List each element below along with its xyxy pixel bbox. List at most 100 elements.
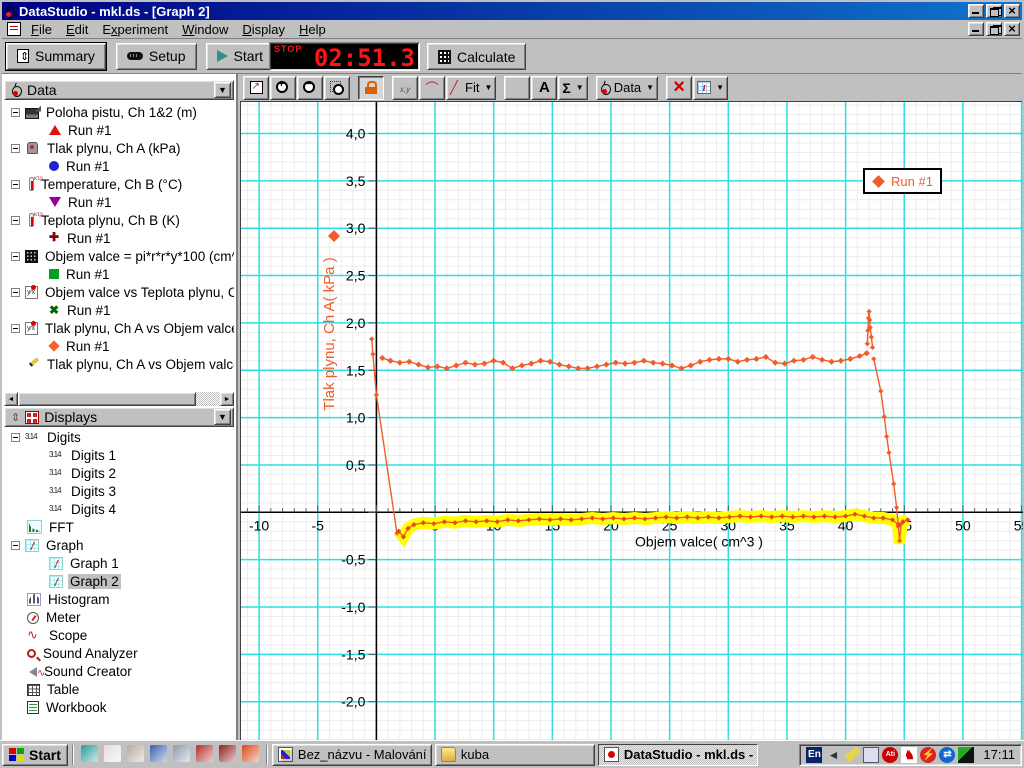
display-digits-4[interactable]: Digits 4 — [4, 500, 234, 518]
minimize-button-icon[interactable] — [968, 4, 984, 18]
display-sound-analyzer[interactable]: Sound Analyzer — [4, 644, 234, 662]
display-graph-1[interactable]: Graph 1 — [4, 554, 234, 572]
scheduler-icon[interactable] — [844, 747, 860, 763]
quicklaunch-app3-icon[interactable] — [127, 745, 144, 762]
graph-canvas[interactable]: -10-55101520253035404550554,03,53,02,52,… — [241, 102, 1023, 740]
display-fft[interactable]: FFT — [4, 518, 234, 536]
display-digits-2[interactable]: Digits 2 — [4, 464, 234, 482]
display-digits-3[interactable]: Digits 3 — [4, 482, 234, 500]
display-meter[interactable]: Meter — [4, 608, 234, 626]
task-button-0[interactable]: Bez_názvu - Malování — [272, 744, 432, 766]
scroll-right-icon[interactable]: ► — [220, 392, 234, 406]
display-digits-1[interactable]: Digits 1 — [4, 446, 234, 464]
display-digits[interactable]: Digits — [4, 428, 234, 446]
display-sound-creator[interactable]: Sound Creator — [4, 662, 234, 680]
panel-splitter-icon[interactable]: ⇕ — [11, 411, 20, 424]
menu-help[interactable]: Help — [292, 20, 333, 39]
data-source-6-run[interactable]: Run #1 — [4, 337, 234, 355]
data-tree-hscrollbar[interactable]: ◄ ► — [4, 392, 234, 406]
disk-clock-icon[interactable] — [863, 747, 879, 763]
data-source-3[interactable]: Teplota plynu, Ch B (K) — [4, 211, 234, 229]
expand-collapse-icon[interactable] — [11, 252, 20, 261]
data-source-1[interactable]: Tlak plynu, Ch A (kPa) — [4, 139, 234, 157]
start-button[interactable]: Start — [206, 43, 275, 70]
expand-collapse-icon[interactable] — [11, 541, 20, 550]
expand-collapse-icon[interactable] — [11, 433, 20, 442]
zoom-out-button[interactable] — [297, 76, 323, 100]
display-graph-2[interactable]: Graph 2 — [4, 572, 234, 590]
data-menu-button[interactable]: Data▼ — [596, 76, 658, 100]
menu-edit[interactable]: Edit — [59, 20, 95, 39]
calculator-button[interactable] — [504, 76, 530, 100]
delete-button[interactable] — [666, 76, 692, 100]
data-source-2-run[interactable]: Run #1 — [4, 193, 234, 211]
fit-menu-button[interactable]: Fit▼ — [446, 76, 496, 100]
restore-button-icon[interactable] — [986, 4, 1002, 18]
menu-display[interactable]: Display — [235, 20, 292, 39]
data-panel-header[interactable]: Data ▼ — [4, 80, 234, 100]
menu-experiment[interactable]: Experiment — [95, 20, 175, 39]
calculate-button[interactable]: Calculate — [427, 43, 526, 70]
expand-collapse-icon[interactable] — [11, 108, 20, 117]
expand-collapse-icon[interactable] — [11, 144, 20, 153]
graph-settings-button[interactable]: ▼ — [693, 76, 728, 100]
language-indicator[interactable]: En — [806, 747, 822, 763]
quicklaunch-desktop-icon[interactable] — [81, 745, 98, 762]
data-source-3-run[interactable]: Run #1 — [4, 229, 234, 247]
mdi-close-button-icon[interactable] — [1004, 22, 1020, 36]
data-source-1-run[interactable]: Run #1 — [4, 157, 234, 175]
displays-panel-header[interactable]: ⇕ Displays ▼ — [4, 407, 234, 427]
summary-button[interactable]: Summary — [6, 43, 106, 70]
displays-panel-dropdown-icon[interactable]: ▼ — [214, 409, 231, 425]
display-workbook[interactable]: Workbook — [4, 698, 234, 716]
ati-icon[interactable]: Ati — [882, 747, 898, 763]
dropdown-arrow-icon[interactable]: ▼ — [484, 83, 492, 92]
expand-collapse-icon[interactable] — [11, 324, 20, 333]
sync-icon[interactable]: ⇄ — [939, 747, 955, 763]
display-graph[interactable]: Graph — [4, 536, 234, 554]
data-source-6[interactable]: Tlak plynu, Ch A vs Objem valce — [4, 319, 234, 337]
expand-collapse-icon[interactable] — [11, 288, 20, 297]
graphics-pen-icon[interactable] — [958, 747, 974, 763]
volume-icon[interactable]: ◄ — [825, 747, 841, 763]
close-button-icon[interactable] — [1004, 4, 1020, 18]
scale-to-fit-button[interactable] — [243, 76, 269, 100]
task-button-2[interactable]: DataStudio - mkl.ds - ... — [598, 744, 758, 766]
plot-area[interactable]: -10-55101520253035404550554,03,53,02,52,… — [240, 102, 1022, 740]
quicklaunch-app8-icon[interactable] — [242, 745, 259, 762]
expand-collapse-icon[interactable] — [11, 180, 20, 189]
dropdown-arrow-icon[interactable]: ▼ — [576, 83, 584, 92]
menu-window[interactable]: Window — [175, 20, 235, 39]
data-source-4-run[interactable]: Run #1 — [4, 265, 234, 283]
data-panel-dropdown-icon[interactable]: ▼ — [214, 82, 231, 98]
data-source-5-run[interactable]: Run #1 — [4, 301, 234, 319]
quicklaunch-acrobat-icon[interactable] — [104, 745, 121, 762]
mdi-minimize-button-icon[interactable] — [968, 22, 984, 36]
dropdown-arrow-icon[interactable]: ▼ — [716, 83, 724, 92]
display-table[interactable]: Table — [4, 680, 234, 698]
statistics-button[interactable]: ▼ — [558, 76, 587, 100]
mdi-document-icon[interactable] — [7, 22, 21, 36]
legend[interactable]: Run #1 — [863, 168, 942, 194]
mdi-restore-button-icon[interactable] — [986, 22, 1002, 36]
data-source-7[interactable]: Tlak plynu, Ch A vs Objem valce — [4, 355, 234, 373]
quicklaunch-app6-icon[interactable] — [196, 745, 213, 762]
xy-tool-button[interactable] — [392, 76, 418, 100]
power-icon[interactable]: ⚡ — [920, 747, 936, 763]
data-source-2[interactable]: Temperature, Ch B (°C) — [4, 175, 234, 193]
setup-button[interactable]: Setup — [116, 43, 197, 70]
slope-tool-button[interactable] — [419, 76, 445, 100]
quicklaunch-calculator-icon[interactable] — [173, 745, 190, 762]
quicklaunch-pen-icon[interactable] — [150, 745, 167, 762]
data-source-4[interactable]: Objem valce = pi*r*r*y*100 (cm^3 — [4, 247, 234, 265]
red-figure-icon[interactable]: ♞ — [901, 747, 917, 763]
data-source-0[interactable]: Poloha pistu, Ch 1&2 (m) — [4, 103, 234, 121]
menu-file[interactable]: File — [24, 20, 59, 39]
data-source-0-run[interactable]: Run #1 — [4, 121, 234, 139]
zoom-select-button[interactable] — [324, 76, 350, 100]
task-button-1[interactable]: kuba — [435, 744, 595, 766]
display-scope[interactable]: Scope — [4, 626, 234, 644]
scroll-left-icon[interactable]: ◄ — [4, 392, 18, 406]
expand-collapse-icon[interactable] — [11, 216, 20, 225]
start-menu-button[interactable]: Start — [2, 744, 68, 766]
